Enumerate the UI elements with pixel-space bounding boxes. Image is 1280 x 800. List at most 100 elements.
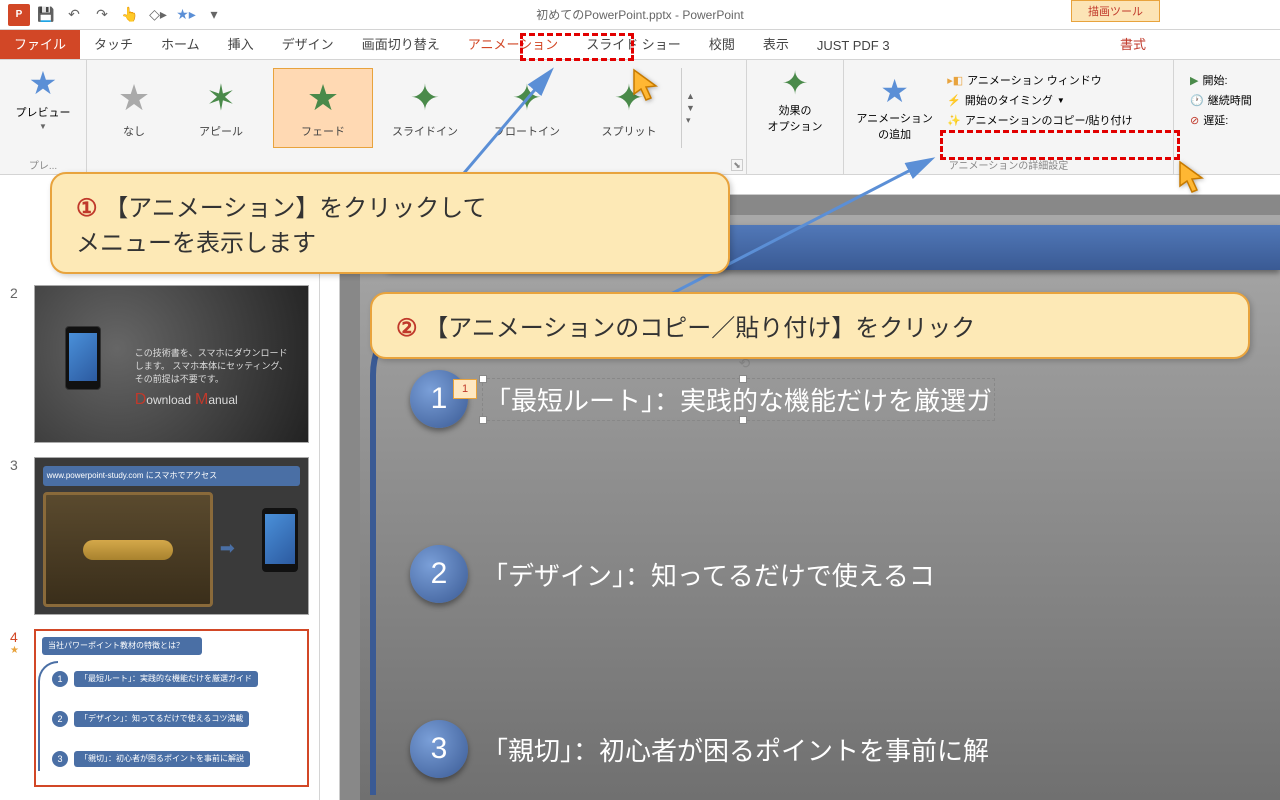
duration-label: 継続時間	[1208, 92, 1252, 108]
gallery-expand[interactable]: ▲ ▼ ▾	[681, 68, 699, 148]
dialog-launcher-icon[interactable]: ⬊	[731, 159, 743, 171]
thumb-header: 当社パワーポイント教材の特徴とは？	[42, 637, 202, 655]
effect-options-button[interactable]: ✦ 効果の オプション	[755, 64, 835, 134]
thumb-text: この技術書を、スマホにダウンロードします。 スマホ本体にセッティング、その前提は…	[135, 346, 295, 385]
animation-order-tag[interactable]: 1	[453, 379, 477, 399]
start-timing[interactable]: ▶ 開始:	[1188, 70, 1254, 90]
ribbon-tabs: ファイル タッチ ホーム 挿入 デザイン 画面切り替え アニメーション スライド…	[0, 30, 1280, 60]
group-effect-options: ✦ 効果の オプション	[747, 60, 844, 174]
thumbnail-2[interactable]: 2 この技術書を、スマホにダウンロードします。 スマホ本体にセッティング、その前…	[10, 285, 309, 443]
thumb-item-text: 「最短ルート」：実践的な機能だけを厳選ガイド	[74, 671, 258, 687]
add-anim-star-icon: ★	[880, 72, 909, 110]
anim-none[interactable]: ★ なし	[99, 68, 169, 148]
slide-number: 4	[10, 629, 26, 645]
slide-number: 3	[10, 457, 26, 615]
powerpoint-icon: P	[8, 4, 30, 26]
thumbnail-4[interactable]: 4 ★ 当社パワーポイント教材の特徴とは？ 1「最短ルート」：実践的な機能だけを…	[10, 629, 309, 787]
highlight-animation-painter	[940, 130, 1180, 160]
shapes-icon[interactable]: ◇▸	[146, 3, 170, 27]
add-animation-button[interactable]: ★ アニメーション の追加	[852, 64, 937, 149]
qat-customize-icon[interactable]: ▾	[202, 3, 226, 27]
anim-split[interactable]: ✦ スプリット	[579, 68, 679, 148]
thumb-item-text: 「デザイン」：知ってるだけで使えるコツ満載	[74, 711, 249, 727]
star-icon: ★	[307, 77, 339, 119]
anim-label: フェード	[301, 123, 345, 139]
tab-transitions[interactable]: 画面切り替え	[348, 28, 454, 59]
selection-handle[interactable]	[739, 416, 747, 424]
title-bar: P 💾 ↶ ↷ 👆 ◇▸ ★▸ ▾ 初めてのPowerPoint.pptx - …	[0, 0, 1280, 30]
selection-handle[interactable]	[479, 416, 487, 424]
content-text: 「最短ルート」：実践的な機能だけを厳選ガ	[485, 381, 992, 418]
duration-timing[interactable]: 🕐 継続時間	[1188, 90, 1254, 110]
thumbnail-3[interactable]: 3 www.powerpoint-study.com にスマホでアクセス ➡	[10, 457, 309, 615]
tab-format[interactable]: 書式	[1106, 28, 1160, 59]
tab-touch[interactable]: タッチ	[80, 28, 147, 59]
star-icon: ✦	[410, 77, 440, 119]
trigger-button[interactable]: ⚡ 開始のタイミング ▼	[943, 90, 1159, 110]
selection-handle[interactable]	[479, 375, 487, 383]
callout-number: ①	[76, 195, 98, 222]
number-circle[interactable]: 3	[410, 720, 468, 778]
cursor-icon	[1178, 160, 1210, 203]
slide-thumbnail[interactable]: この技術書を、スマホにダウンロードします。 スマホ本体にセッティング、その前提は…	[34, 285, 309, 443]
tab-file[interactable]: ファイル	[0, 28, 80, 59]
preview-button[interactable]: ★ プレビュー ▼	[8, 64, 78, 131]
animation-painter-button[interactable]: ✨ アニメーションのコピー/貼り付け	[943, 110, 1159, 130]
start-label: 開始:	[1202, 72, 1227, 88]
star-icon: ✶	[206, 77, 236, 119]
callout-2: ② 【アニメーションのコピー／貼り付け】をクリック	[370, 292, 1250, 359]
anim-label: スプリット	[602, 123, 657, 139]
delay-label: 遅延:	[1203, 112, 1228, 128]
anim-pane-label: アニメーション ウィンドウ	[967, 72, 1102, 88]
tab-home[interactable]: ホーム	[147, 28, 214, 59]
slide-thumbnail-selected[interactable]: 当社パワーポイント教材の特徴とは？ 1「最短ルート」：実践的な機能だけを厳選ガイ…	[34, 629, 309, 787]
save-icon[interactable]: 💾	[34, 3, 58, 27]
anim-appear[interactable]: ✶ アピール	[171, 68, 271, 148]
thumb-item-text: 「親切」：初心者が困るポイントを事前に解説	[74, 751, 250, 767]
window-title: 初めてのPowerPoint.pptx - PowerPoint	[536, 6, 743, 23]
star-icon: ★	[118, 77, 150, 119]
highlight-animations-tab	[520, 33, 634, 61]
preview-star-icon: ★	[29, 64, 58, 102]
anim-fade[interactable]: ★ フェード	[273, 68, 373, 148]
tab-insert[interactable]: 挿入	[214, 28, 268, 59]
selection-handle[interactable]	[739, 375, 747, 383]
anim-slidein[interactable]: ✦ スライドイン	[375, 68, 475, 148]
delay-timing[interactable]: ⊘ 遅延:	[1188, 110, 1254, 130]
tab-design[interactable]: デザイン	[268, 28, 348, 59]
anim-floatin[interactable]: ✦ フロートイン	[477, 68, 577, 148]
content-text: 「親切」：初心者が困るポイントを事前に解	[482, 731, 989, 768]
cursor-icon	[632, 68, 664, 111]
group-preview: ★ プレビュー ▼ プレ...	[0, 60, 87, 174]
callout-1: ① 【アニメーション】をクリックして メニューを表示します	[50, 172, 730, 274]
clock-icon: 🕐	[1190, 94, 1204, 107]
touch-mode-icon[interactable]: 👆	[118, 3, 142, 27]
contextual-tab-label: 描画ツール	[1071, 0, 1160, 22]
animation-indicator-icon: ★	[10, 645, 26, 656]
redo-icon[interactable]: ↷	[90, 3, 114, 27]
thumb-header: www.powerpoint-study.com にスマホでアクセス	[43, 466, 300, 486]
animation-pane-button[interactable]: ▸◧ アニメーション ウィンドウ	[943, 70, 1159, 90]
undo-icon[interactable]: ↶	[62, 3, 86, 27]
anim-label: なし	[123, 123, 145, 139]
selected-text-box[interactable]: 1 ⟲ 「最短ルート」：実践的な機能だけを厳選ガ	[482, 378, 995, 421]
callout-text: 【アニメーションのコピー／貼り付け】をクリック	[424, 315, 975, 342]
tab-view[interactable]: 表示	[749, 28, 803, 59]
callout-text: 【アニメーション】をクリックして メニューを表示します	[76, 195, 487, 257]
content-item-1[interactable]: 1 1 ⟲ 「最短ルート」：実践的な機能だけを厳選ガ	[410, 370, 995, 428]
star-icon[interactable]: ★▸	[174, 3, 198, 27]
arrow-icon: ➡	[220, 538, 235, 559]
group-timing: ▶ 開始: 🕐 継続時間 ⊘ 遅延:	[1174, 60, 1268, 174]
delay-icon: ⊘	[1190, 114, 1199, 127]
slide-thumbnail[interactable]: www.powerpoint-study.com にスマホでアクセス ➡	[34, 457, 309, 615]
number-circle[interactable]: 2	[410, 545, 468, 603]
add-anim-label: アニメーション の追加	[856, 110, 933, 142]
anim-label: アピール	[199, 123, 243, 139]
content-item-2[interactable]: 2 「デザイン」：知ってるだけで使えるコ	[410, 545, 935, 603]
anim-label: スライドイン	[392, 123, 458, 139]
pane-icon: ▸◧	[947, 74, 963, 87]
trigger-icon: ⚡	[947, 94, 961, 107]
tab-justpdf[interactable]: JUST PDF 3	[803, 32, 904, 59]
content-item-3[interactable]: 3 「親切」：初心者が困るポイントを事前に解	[410, 720, 989, 778]
tab-review[interactable]: 校閲	[695, 28, 749, 59]
